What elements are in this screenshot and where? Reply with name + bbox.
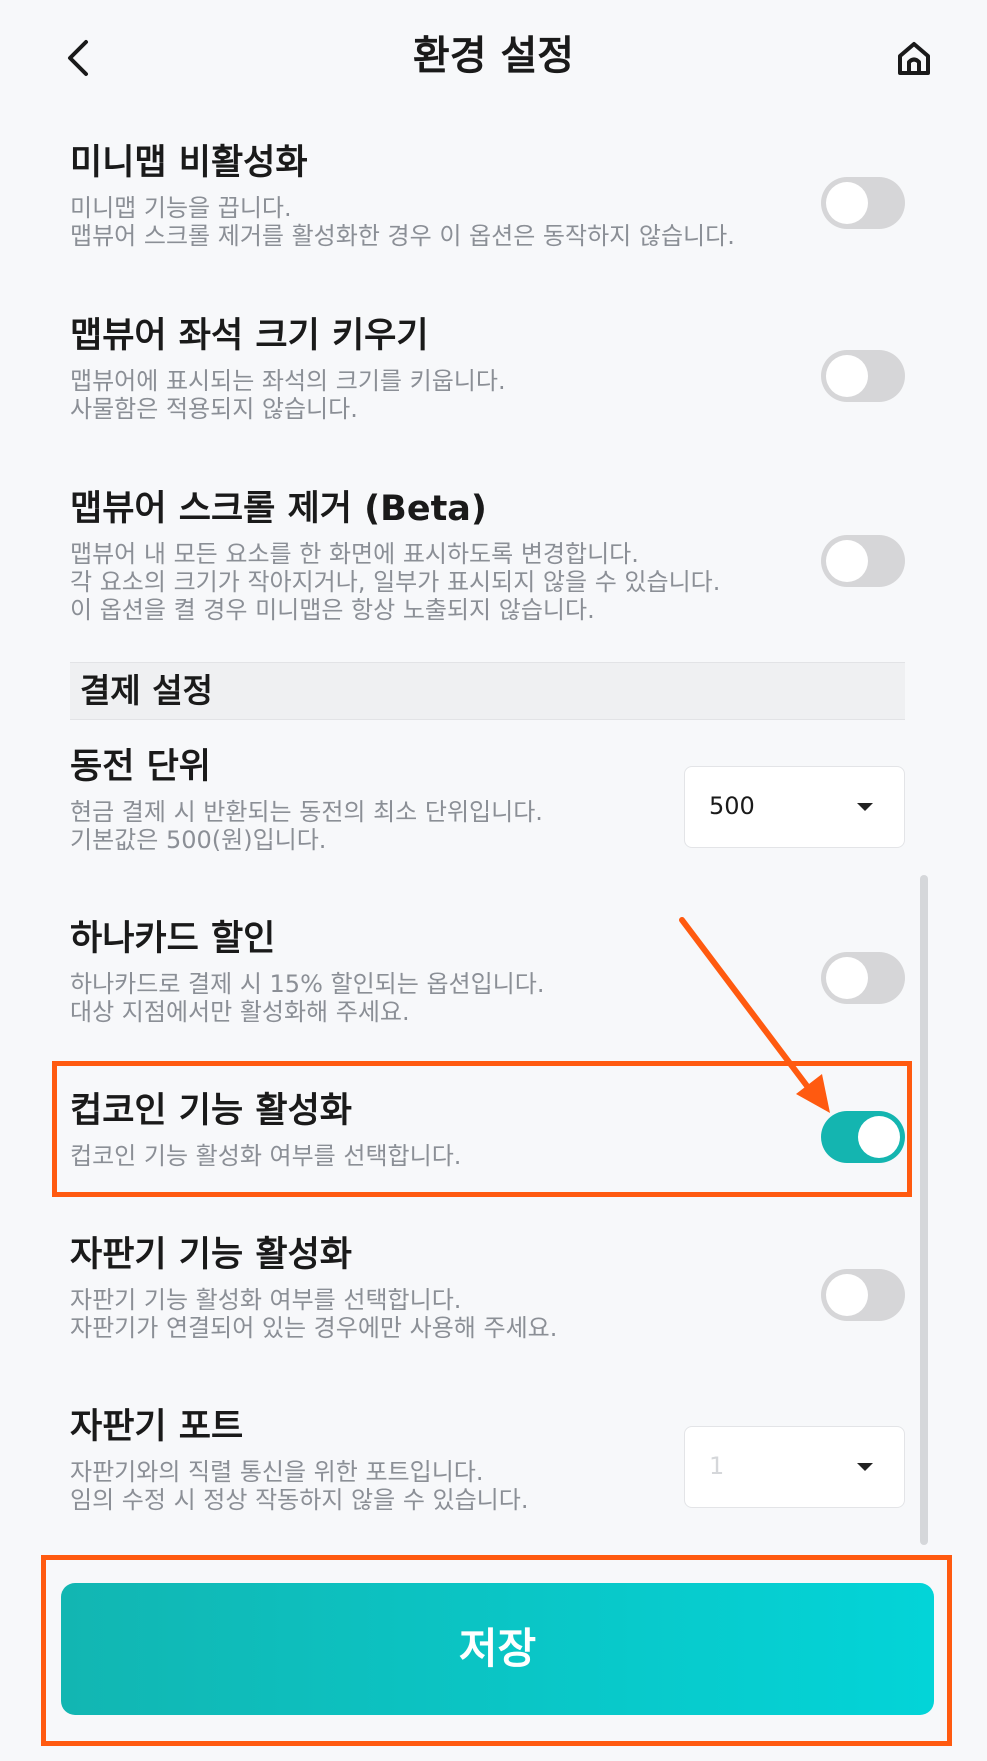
highlight-box-save bbox=[41, 1555, 952, 1746]
section-title: 결제 설정 bbox=[80, 671, 213, 710]
toggle-knob bbox=[826, 957, 868, 999]
setting-title: 맵뷰어 스크롤 제거 (Beta) bbox=[70, 489, 487, 529]
coin-unit-select[interactable]: 500 bbox=[684, 766, 905, 848]
chevron-down-icon bbox=[857, 1463, 873, 1471]
setting-hanacard-discount: 하나카드 할인 하나카드로 결제 시 15% 할인되는 옵션입니다. 대상 지점… bbox=[70, 916, 905, 1026]
setting-title: 맵뷰어 좌석 크기 키우기 bbox=[70, 316, 429, 356]
chevron-down-icon bbox=[857, 803, 873, 811]
toggle-knob bbox=[826, 1274, 868, 1316]
setting-title: 하나카드 할인 bbox=[70, 919, 276, 959]
toggle-minimap-disable[interactable] bbox=[821, 177, 905, 229]
setting-description: 미니맵 기능을 끕니다. 맵뷰어 스크롤 제거를 활성화한 경우 이 옵션은 동… bbox=[70, 194, 735, 250]
setting-vending-machine: 자판기 기능 활성화 자판기 기능 활성화 여부를 선택합니다. 자판기가 연결… bbox=[70, 1232, 905, 1342]
setting-scroll-removal: 맵뷰어 스크롤 제거 (Beta) 맵뷰어 내 모든 요소를 한 화면에 표시하… bbox=[70, 486, 905, 624]
scrollbar-thumb[interactable] bbox=[920, 875, 928, 1545]
vending-port-select[interactable]: 1 bbox=[684, 1426, 905, 1508]
setting-description: 하나카드로 결제 시 15% 할인되는 옵션입니다. 대상 지점에서만 활성화해… bbox=[70, 970, 545, 1026]
section-header-payment: 결제 설정 bbox=[70, 662, 905, 720]
setting-title: 미니맵 비활성화 bbox=[70, 143, 308, 183]
toggle-scroll-removal[interactable] bbox=[821, 535, 905, 587]
setting-description: 맵뷰어 내 모든 요소를 한 화면에 표시하도록 변경합니다. 각 요소의 크기… bbox=[70, 540, 721, 624]
toggle-knob bbox=[826, 540, 868, 582]
setting-title: 자판기 기능 활성화 bbox=[70, 1235, 352, 1275]
toggle-knob bbox=[826, 182, 868, 224]
page-title: 환경 설정 bbox=[412, 33, 575, 79]
toggle-seat-size[interactable] bbox=[821, 350, 905, 402]
toggle-hanacard-discount[interactable] bbox=[821, 952, 905, 1004]
highlight-box-cupcoin bbox=[52, 1061, 912, 1197]
toggle-knob bbox=[826, 355, 868, 397]
app-header: 환경 설정 bbox=[0, 0, 987, 118]
setting-seat-size: 맵뷰어 좌석 크기 키우기 맵뷰어에 표시되는 좌석의 크기를 키웁니다. 사물… bbox=[70, 313, 905, 423]
setting-description: 맵뷰어에 표시되는 좌석의 크기를 키웁니다. 사물함은 적용되지 않습니다. bbox=[70, 367, 506, 423]
setting-minimap-disable: 미니맵 비활성화 미니맵 기능을 끕니다. 맵뷰어 스크롤 제거를 활성화한 경… bbox=[70, 140, 905, 250]
setting-description: 자판기 기능 활성화 여부를 선택합니다. 자판기가 연결되어 있는 경우에만 … bbox=[70, 1286, 558, 1342]
select-value: 1 bbox=[709, 1452, 725, 1480]
home-icon[interactable] bbox=[896, 40, 932, 76]
select-value: 500 bbox=[709, 792, 755, 820]
toggle-vending-machine[interactable] bbox=[821, 1269, 905, 1321]
